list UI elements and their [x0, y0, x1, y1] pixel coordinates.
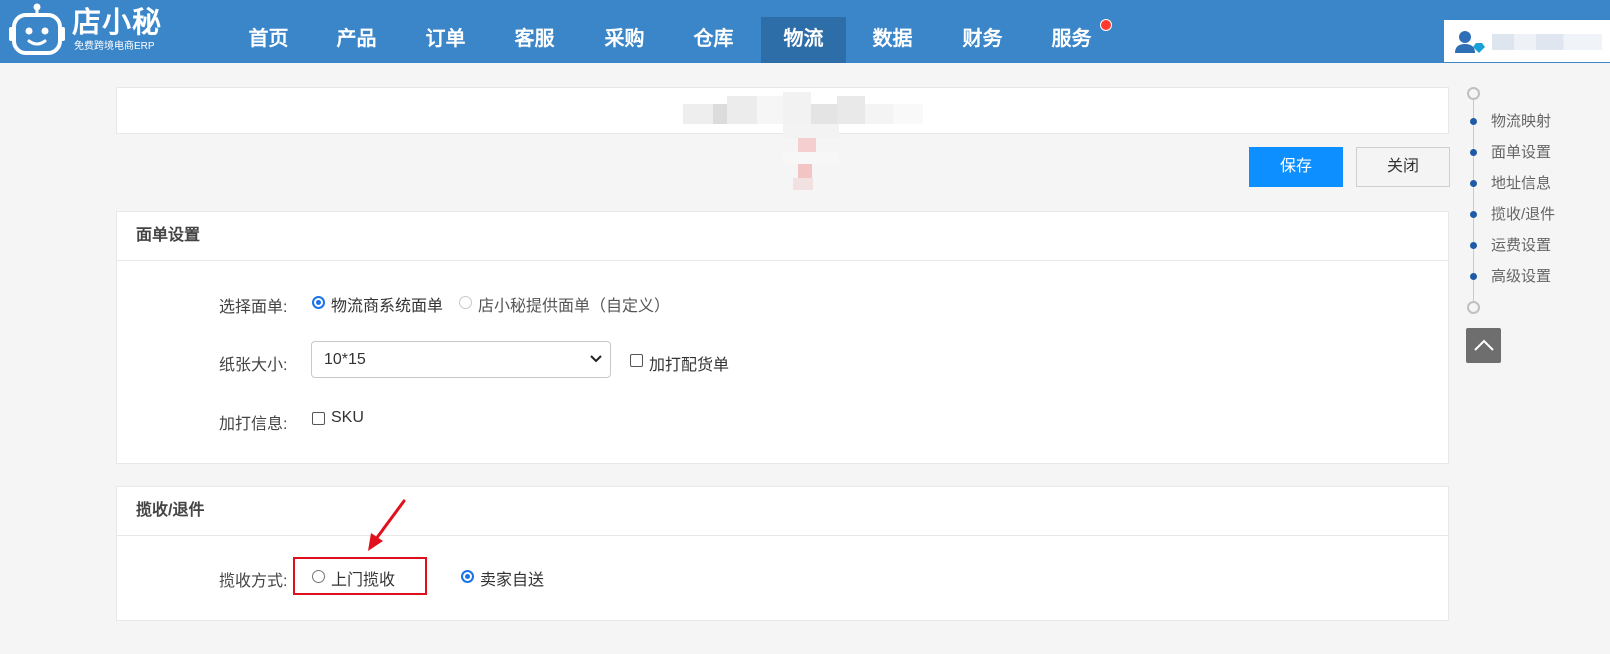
logo[interactable]: 店小秘 免费跨境电商ERP: [4, 0, 164, 62]
section-title-pickup: 揽收/退件: [117, 487, 1448, 536]
radio-custom-waybill[interactable]: [459, 296, 472, 309]
save-button[interactable]: 保存: [1249, 147, 1343, 187]
anchor-label: 地址信息: [1491, 175, 1552, 192]
select-waybill-label: 选择面单:: [219, 299, 288, 316]
anchor-end-ring: [1467, 301, 1480, 314]
radio-logistics-waybill[interactable]: [312, 296, 325, 309]
brand-tagline: 免费跨境电商ERP: [74, 41, 155, 52]
option-door-pickup[interactable]: 上门揽收: [331, 566, 395, 590]
checkbox-pick-list[interactable]: [630, 354, 643, 367]
red-arrow-annotation-icon: [368, 499, 406, 551]
anchor-item-pickup-return[interactable]: 揽收/退件: [1464, 205, 1604, 225]
pickup-return-section: 揽收/退件 揽收方式: 上门揽收 卖家自送: [116, 486, 1449, 621]
nav-item-warehouse[interactable]: 仓库: [671, 17, 756, 63]
pick-list-label[interactable]: 加打配货单: [649, 351, 729, 375]
anchor-dot: [1470, 211, 1477, 218]
chevron-up-icon: [1474, 339, 1494, 351]
brand-name: 店小秘: [72, 7, 163, 39]
option-seller-delivery[interactable]: 卖家自送: [480, 566, 544, 590]
checkbox-sku[interactable]: [312, 412, 325, 425]
nav-item-purchasing[interactable]: 采购: [582, 17, 667, 63]
nav-item-customer-service[interactable]: 客服: [492, 17, 577, 63]
anchor-dot: [1470, 273, 1477, 280]
waybill-settings-section: 面单设置 选择面单: 物流商系统面单 店小秘提供面单（自定义） 纸张大小: 10…: [116, 211, 1449, 464]
anchor-dot: [1470, 242, 1477, 249]
redacted-title: [683, 92, 953, 200]
anchor-dot: [1470, 118, 1477, 125]
paper-size-label: 纸张大小:: [219, 357, 288, 374]
extra-info-label: 加打信息:: [219, 416, 288, 433]
anchor-label: 高级设置: [1491, 268, 1552, 285]
paper-size-value: 10*15: [324, 351, 366, 368]
option-logistics-waybill[interactable]: 物流商系统面单: [331, 292, 443, 316]
back-to-top-button[interactable]: [1466, 328, 1501, 363]
radio-door-pickup[interactable]: [312, 570, 325, 583]
nav-item-orders[interactable]: 订单: [403, 17, 488, 63]
anchor-dot: [1470, 180, 1477, 187]
top-navigation-bar: 店小秘 免费跨境电商ERP 首页 产品 订单 客服 采购 仓库 物流 数据 财务…: [0, 0, 1610, 63]
anchor-item-shipping-fee[interactable]: 运费设置: [1464, 236, 1604, 256]
paper-size-select[interactable]: 10*15: [311, 341, 611, 378]
close-button[interactable]: 关闭: [1356, 147, 1450, 187]
robot-logo-icon: [9, 3, 65, 55]
anchor-label: 物流映射: [1491, 113, 1552, 130]
user-account[interactable]: [1444, 20, 1610, 62]
section-title-waybill: 面单设置: [117, 212, 1448, 261]
pickup-method-label: 揽收方式:: [219, 573, 288, 590]
nav-item-logistics[interactable]: 物流: [761, 17, 846, 63]
anchor-item-address-info[interactable]: 地址信息: [1464, 174, 1604, 194]
sku-label[interactable]: SKU: [331, 409, 364, 427]
option-custom-waybill[interactable]: 店小秘提供面单（自定义）: [478, 292, 670, 316]
anchor-label: 面单设置: [1491, 144, 1552, 161]
nav-item-data[interactable]: 数据: [850, 17, 935, 63]
nav-item-finance[interactable]: 财务: [940, 17, 1025, 63]
anchor-item-logistics-mapping[interactable]: 物流映射: [1464, 112, 1604, 132]
user-icon: [1455, 31, 1485, 53]
radio-seller-delivery[interactable]: [461, 570, 474, 583]
anchor-label: 揽收/退件: [1491, 206, 1556, 223]
anchor-label: 运费设置: [1491, 237, 1552, 254]
nav-item-home[interactable]: 首页: [226, 17, 311, 63]
anchor-start-ring: [1467, 87, 1480, 100]
notification-dot: [1100, 19, 1112, 31]
anchor-item-waybill-settings[interactable]: 面单设置: [1464, 143, 1604, 163]
anchor-dot: [1470, 149, 1477, 156]
user-name-redacted: [1492, 34, 1602, 50]
chevron-down-icon: [590, 355, 602, 363]
anchor-item-advanced-settings[interactable]: 高级设置: [1464, 267, 1604, 287]
nav-item-products[interactable]: 产品: [314, 17, 399, 63]
